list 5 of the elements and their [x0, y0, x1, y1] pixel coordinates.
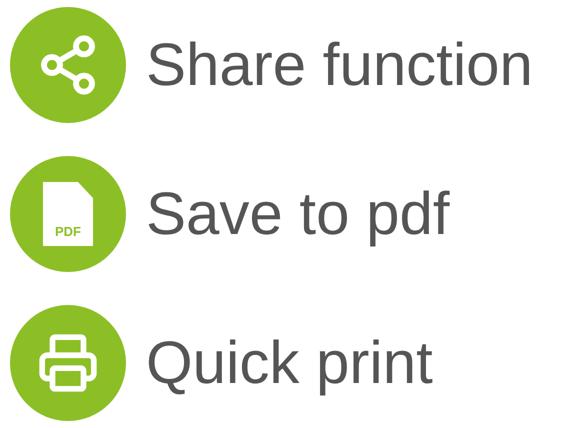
feature-label: Share function: [146, 35, 533, 95]
feature-label: Quick print: [146, 333, 433, 393]
feature-label: Save to pdf: [146, 184, 450, 244]
printer-icon: [37, 332, 99, 394]
pdf-file-icon: PDF: [43, 182, 93, 246]
